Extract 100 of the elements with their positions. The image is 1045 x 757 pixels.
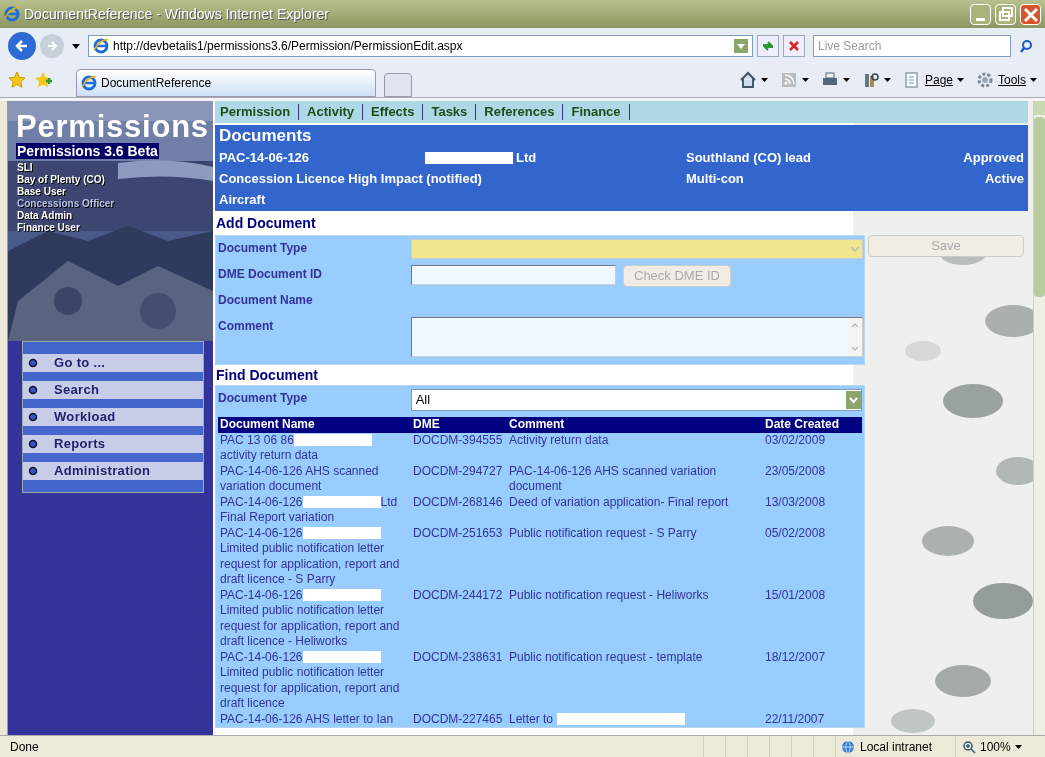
nav-tab[interactable]: Finance bbox=[570, 102, 622, 122]
document-type-filter[interactable]: All bbox=[410, 389, 862, 411]
nav-tab[interactable]: Tasks bbox=[430, 102, 469, 122]
refresh-button[interactable] bbox=[757, 35, 779, 57]
dropdown-caret-icon bbox=[1014, 744, 1022, 749]
table-cell-text: PAC-14-06-126 Limited public notification letter request for application, report and draft licence - Heliworks bbox=[219, 587, 401, 650]
menu-item[interactable]: Administration bbox=[23, 462, 203, 480]
table-cell-text: PAC-14-06-126 Limited public notification letter request for application, report and draft licence - S Parry bbox=[219, 525, 401, 588]
gear-icon bbox=[976, 71, 994, 89]
column-header: DME bbox=[411, 417, 507, 433]
field-label: Document Type bbox=[217, 240, 309, 257]
table-cell-text: Deed of variation application- Final report bbox=[508, 494, 730, 511]
favorites-star-icon bbox=[8, 71, 26, 89]
home-icon bbox=[738, 71, 757, 89]
role-item[interactable]: Bay of Plenty (CO) bbox=[17, 174, 105, 186]
table-cell-text: Public notification request - Heliworks bbox=[508, 587, 710, 604]
globe-icon bbox=[840, 738, 856, 755]
search-icon bbox=[1019, 39, 1033, 53]
table-cell-text: 22/11/2007 bbox=[764, 711, 826, 727]
section-heading: Find Document bbox=[215, 366, 319, 385]
table-cell-text: PAC-14-06-126 AHS scanned variation document bbox=[508, 463, 718, 495]
menu-item[interactable]: Go to ... bbox=[23, 354, 203, 372]
table-cell-text: 13/03/2008 bbox=[764, 494, 827, 511]
minimize-button[interactable] bbox=[970, 3, 991, 25]
bullet-icon bbox=[28, 439, 38, 449]
zoom-icon bbox=[962, 739, 976, 754]
comment-field[interactable] bbox=[411, 317, 863, 357]
stop-button[interactable] bbox=[783, 35, 805, 57]
table-cell-text: Public notification request - S Parry bbox=[508, 525, 698, 542]
dropdown-caret-icon bbox=[801, 78, 809, 82]
table-cell: PAC 13 06 86 activity return data bbox=[218, 432, 411, 464]
close-button[interactable] bbox=[1020, 3, 1041, 25]
close-icon bbox=[788, 40, 800, 52]
table-cell-text: PAC-14-06-126 Limited public notification letter request for application, report and draft licence bbox=[219, 649, 401, 712]
table-cell-text: DOCDM-268146 bbox=[412, 494, 504, 511]
version-label: Permissions 3.6 Beta bbox=[16, 143, 159, 159]
table-cell-text: 18/12/2007 bbox=[764, 649, 827, 666]
menu-item[interactable]: Workload bbox=[23, 408, 203, 426]
field-label: Document Name bbox=[217, 292, 314, 309]
zoom-button[interactable]: 100% bbox=[955, 736, 1035, 757]
page-icon bbox=[902, 71, 921, 89]
permission-kind: Multi-con bbox=[686, 170, 745, 188]
column-header: Comment bbox=[507, 417, 763, 433]
bullet-icon bbox=[28, 412, 38, 422]
scrollbar-arrows-icon bbox=[848, 318, 862, 356]
nav-tab[interactable]: Permission bbox=[219, 102, 292, 122]
search-field[interactable]: Live Search bbox=[813, 35, 1011, 57]
table-cell-text: PAC-14-06-126 AHS letter to Ian bbox=[219, 711, 395, 727]
nav-tab[interactable]: Effects bbox=[370, 102, 416, 122]
nav-tab[interactable]: Activity bbox=[306, 102, 356, 122]
role-item[interactable]: Concessions Officer bbox=[17, 198, 115, 210]
bullet-icon bbox=[28, 466, 38, 476]
vertical-scrollbar[interactable] bbox=[1033, 101, 1045, 735]
table-cell-text: DOCDM-294727 bbox=[412, 463, 504, 480]
role-item[interactable]: Data Admin bbox=[17, 210, 73, 222]
role-item[interactable]: SLI bbox=[17, 162, 33, 174]
column-header: Date Created bbox=[763, 417, 862, 433]
bullet-icon bbox=[28, 385, 38, 395]
field-label: DME Document ID bbox=[217, 266, 323, 283]
dme-id-field[interactable] bbox=[411, 265, 616, 285]
header-title: Documents bbox=[219, 125, 313, 147]
restore-icon bbox=[996, 4, 1015, 24]
feeds-button[interactable] bbox=[779, 71, 809, 89]
home-button[interactable] bbox=[738, 71, 768, 89]
ie-page-icon bbox=[93, 38, 109, 54]
table-cell-text: 23/05/2008 bbox=[764, 463, 827, 480]
table-cell-text: 15/01/2008 bbox=[764, 587, 827, 604]
table-cell-text: PAC-14-06-126 Ltd Final Report variation bbox=[219, 494, 399, 526]
tools-menu-button[interactable]: Tools bbox=[976, 71, 1037, 89]
field-label: Document Type bbox=[218, 390, 309, 407]
bullet-icon bbox=[28, 358, 38, 368]
table-cell: DOCDM-394555 bbox=[411, 432, 507, 464]
table-cell-text: PAC-14-06-126 AHS scanned variation document bbox=[219, 463, 380, 495]
column-header: Document Name bbox=[218, 417, 411, 433]
add-favorite-icon bbox=[34, 71, 52, 89]
url-text: http://devbetaiis1/permissions3.6/Permission/PermissionEdit.aspx bbox=[113, 38, 464, 55]
dropdown-caret-icon bbox=[72, 43, 80, 49]
dropdown-caret-icon bbox=[760, 78, 768, 82]
app-logo-text: Permissions bbox=[16, 111, 210, 143]
browser-tab[interactable]: DocumentReference bbox=[76, 69, 376, 97]
menu-item[interactable]: Reports bbox=[23, 435, 203, 453]
page-menu-button[interactable]: Page bbox=[902, 71, 964, 89]
status-text: Approved bbox=[963, 149, 1024, 167]
table-cell-text: DOCDM-238631 bbox=[412, 649, 504, 666]
new-tab-button[interactable] bbox=[384, 73, 412, 97]
role-item[interactable]: Base User bbox=[17, 186, 66, 198]
permission-id: PAC-14-06-126 bbox=[219, 149, 311, 167]
field-label: Comment bbox=[217, 318, 275, 335]
restore-button[interactable] bbox=[995, 3, 1016, 25]
role-item[interactable]: Finance User bbox=[17, 222, 80, 234]
back-button[interactable] bbox=[8, 32, 36, 60]
address-field[interactable]: http://devbetaiis1/permissions3.6/Permission/PermissionEdit.aspx bbox=[88, 35, 753, 57]
nav-tab[interactable]: References bbox=[483, 102, 556, 122]
ie-icon bbox=[4, 6, 20, 22]
menu-item[interactable]: Search bbox=[23, 381, 203, 399]
table-cell-text: DOCDM-244172 bbox=[412, 587, 504, 604]
minimize-icon bbox=[976, 17, 985, 21]
table-cell-text: DOCDM-227465 bbox=[412, 711, 504, 727]
status-text: Done bbox=[10, 738, 40, 756]
state-text: Active bbox=[983, 170, 1024, 188]
